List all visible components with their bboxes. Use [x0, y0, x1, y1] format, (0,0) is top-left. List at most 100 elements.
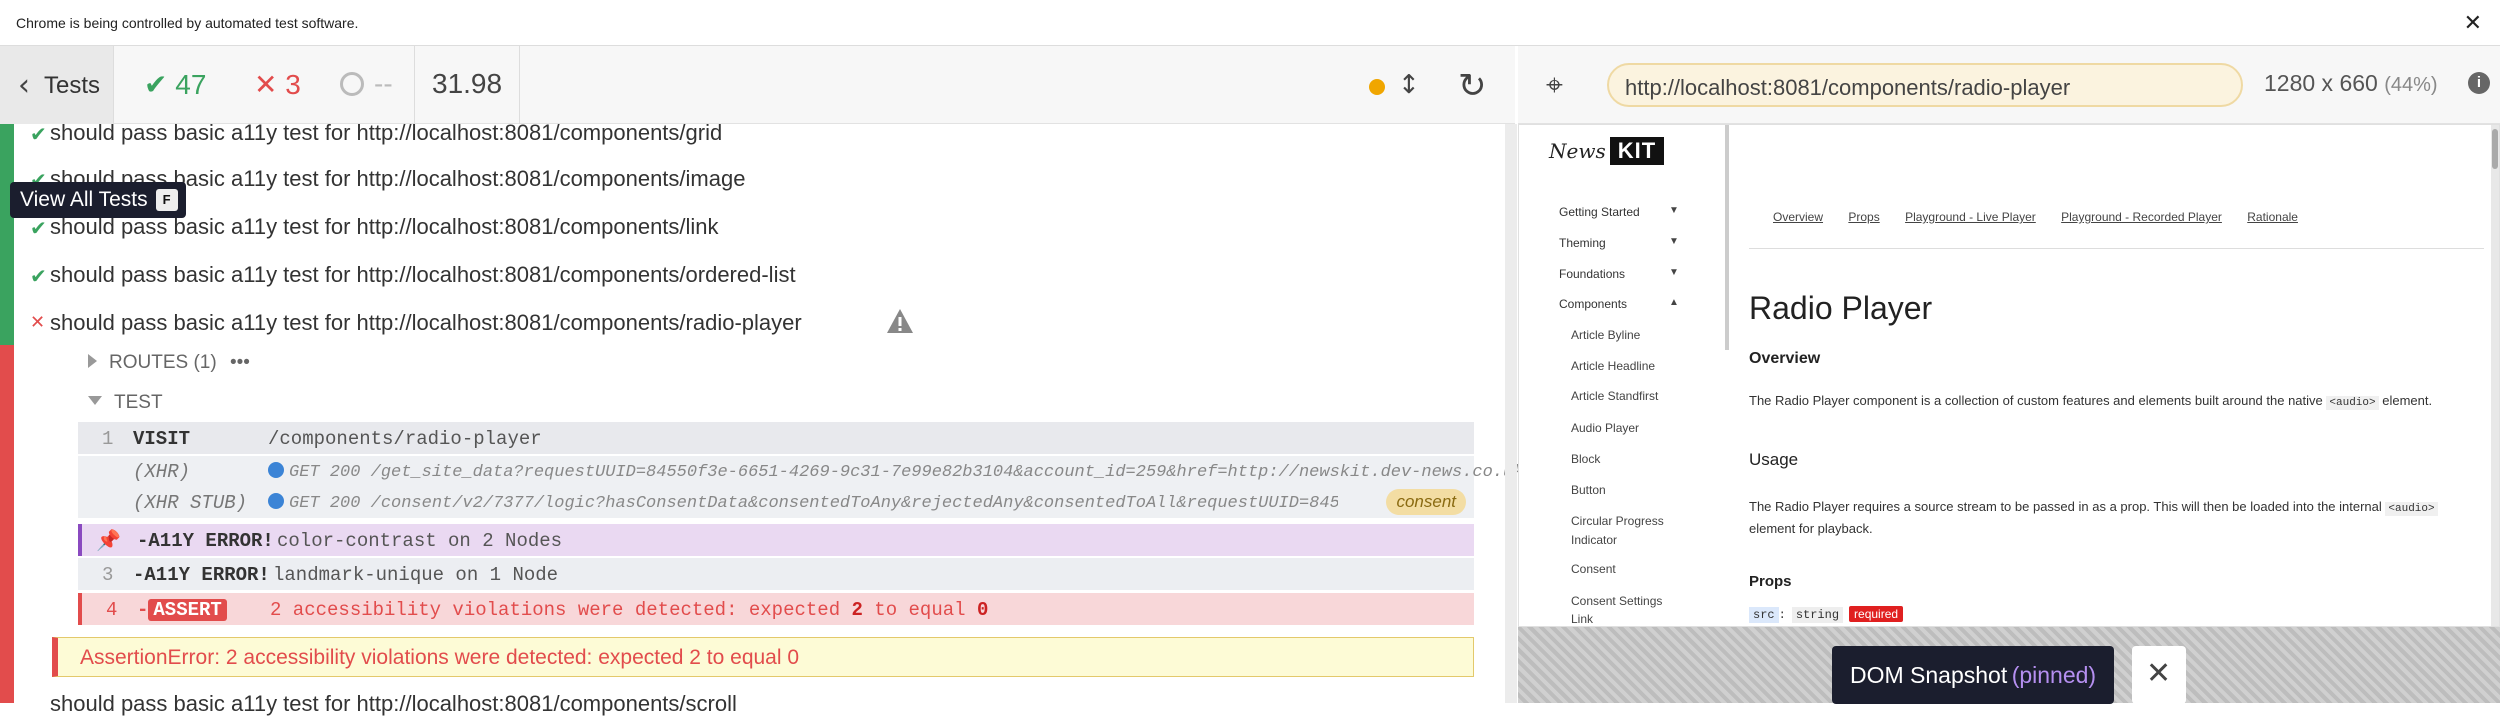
subnav-item[interactable]: Article Standfirst [1571, 389, 1658, 403]
nav-item-foundations[interactable]: Foundations ▼ [1559, 267, 1679, 281]
subnav-item[interactable]: Button [1571, 483, 1606, 497]
info-icon[interactable]: i [2468, 72, 2490, 94]
subnav-item[interactable]: Article Headline [1571, 359, 1655, 373]
page-title: Radio Player [1749, 290, 1933, 326]
inline-code: <audio> [2385, 502, 2438, 516]
close-icon: ✕ [2146, 656, 2172, 691]
nav-item-components[interactable]: Components ▲ [1559, 297, 1679, 311]
test-title: should pass basic a11y test for http://l… [50, 262, 796, 287]
command-row-failed[interactable]: 4 - ASSERT 2 accessibility violations wer… [78, 593, 1474, 625]
subnav-item[interactable]: Article Byline [1571, 328, 1640, 342]
nav-label: Foundations [1559, 267, 1626, 281]
paragraph-text: element. [2378, 393, 2433, 408]
url-bar[interactable]: http://localhost:8081/components/radio-p… [1607, 63, 2243, 107]
panel-resize-handle[interactable] [1505, 124, 1517, 703]
tests-label: Tests [44, 72, 101, 99]
command-row[interactable]: (XHR STUB) GET 200 /consent/v2/7377/logi… [78, 486, 1474, 518]
test-row[interactable]: should pass basic a11y test for http://l… [50, 691, 737, 717]
anchor-link[interactable]: Playground - Live Player [1905, 210, 2036, 224]
scrollbar-thumb[interactable] [2492, 129, 2498, 169]
more-icon[interactable]: ••• [230, 352, 250, 373]
test-body-toggle[interactable]: TEST [88, 392, 163, 414]
sidebar-scrollbar[interactable] [1725, 125, 1729, 350]
section-heading: Overview [1749, 350, 1821, 367]
newskit-logo[interactable]: News KIT [1549, 137, 1665, 165]
command-row[interactable]: (XHR) GET 200 /get_site_data?requestUUID… [78, 456, 1534, 486]
automation-banner: Chrome is being controlled by automated … [0, 0, 2500, 46]
warning-icon[interactable] [886, 308, 914, 334]
unpin-snapshot-button[interactable]: ✕ [2132, 646, 2186, 704]
caret-right-icon [88, 354, 97, 368]
assert-expected: 2 [851, 599, 863, 621]
nav-item-getting-started[interactable]: Getting Started ▼ [1559, 205, 1679, 219]
test-title: should pass basic a11y test for http://l… [50, 691, 737, 716]
passed-count: 47 [175, 69, 207, 100]
routes-toggle[interactable]: ROUTES (1) ••• [88, 352, 250, 374]
nav-label: Getting Started [1559, 205, 1640, 219]
section-heading: Props [1749, 573, 1792, 590]
command-name: (XHR) [133, 461, 191, 483]
paragraph-text: The Radio Player requires a source strea… [1749, 499, 2386, 514]
command-message: landmark-unique on 1 Node [273, 564, 559, 586]
anchor-link[interactable]: Props [1848, 210, 1879, 224]
x-icon: ✕ [254, 68, 278, 101]
failed-count: 3 [285, 69, 301, 100]
page-anchor-links: Overview Props Playground - Live Player … [1773, 210, 2320, 224]
test-row[interactable]: ✔ should pass basic a11y test for http:/… [30, 262, 796, 288]
anchor-link[interactable]: Rationale [2247, 210, 2298, 224]
pin-icon[interactable]: 📌 [96, 528, 121, 552]
view-all-tests-button[interactable]: ‹ Tests [0, 46, 114, 124]
selector-playground-icon[interactable]: ⌖ [1546, 68, 1563, 103]
subnav-item[interactable]: Indicator [1571, 533, 1617, 547]
command-message: GET 200 /get_site_data?requestUUID=84550… [268, 462, 1534, 482]
assertion-error-box[interactable]: AssertionError: 2 accessibility violatio… [52, 637, 1474, 677]
test-row[interactable]: ✔ should pass basic a11y test for http:/… [30, 120, 723, 146]
check-icon: ✔ [144, 68, 168, 101]
command-number: 1 [102, 428, 114, 450]
logo-kit: KIT [1609, 137, 1665, 165]
command-row[interactable]: 3 -A11Y ERROR! landmark-unique on 1 Node [78, 558, 1474, 590]
reporter-panel: ‹ Tests ✔ 47 ✕ 3 -- 31.98 ↕ ↻ ✔ should p… [0, 46, 1534, 716]
close-icon[interactable]: ✕ [2464, 10, 2482, 36]
url-text: http://localhost:8081/components/radio-p… [1625, 75, 2071, 100]
assert-text: to equal [862, 599, 977, 621]
subnav-item[interactable]: Consent [1571, 562, 1616, 576]
subnav-item[interactable]: Audio Player [1571, 421, 1639, 435]
view-all-tests-tooltip: View All Tests F [10, 182, 186, 218]
command-row[interactable]: 1 VISIT /components/radio-player [78, 422, 1474, 454]
required-badge: required [1849, 606, 1904, 622]
check-icon: ✔ [30, 216, 47, 240]
test-label: TEST [114, 392, 163, 413]
running-indicator-icon [1369, 79, 1385, 95]
autoscroll-toggle-icon[interactable]: ↕ [1398, 70, 1420, 100]
subnav-item[interactable]: Consent Settings [1571, 594, 1662, 608]
x-icon: ✕ [30, 312, 46, 333]
nav-item-theming[interactable]: Theming ▼ [1559, 236, 1679, 250]
xhr-status-dot-icon [268, 493, 284, 509]
automation-message: Chrome is being controlled by automated … [16, 15, 359, 31]
caret-down-icon [88, 396, 102, 405]
test-row-failed[interactable]: ✕ should pass basic a11y test for http:/… [30, 310, 802, 336]
viewport-scrollbar[interactable] [2491, 125, 2499, 626]
divider [414, 46, 415, 124]
viewport-scale: (44%) [2384, 74, 2438, 96]
command-message: GET 200 /consent/v2/7377/logic?hasConsen… [268, 493, 1338, 513]
alias-badge: consent [1386, 489, 1466, 515]
subnav-item[interactable]: Link [1571, 612, 1593, 626]
dom-snapshot-label: DOM Snapshot (pinned) [1832, 646, 2115, 704]
section-heading: Usage [1749, 450, 1799, 469]
passed-stat: ✔ 47 [144, 68, 206, 101]
overview-paragraph: The Radio Player component is a collecti… [1749, 393, 2433, 410]
tooltip-text: View All Tests [20, 188, 148, 211]
test-title: should pass basic a11y test for http://l… [50, 120, 723, 145]
command-row-pinned[interactable]: 📌 -A11Y ERROR! color-contrast on 2 Nodes [78, 524, 1474, 556]
reload-icon[interactable]: ↻ [1458, 66, 1487, 106]
anchor-link[interactable]: Playground - Recorded Player [2061, 210, 2222, 224]
command-message: color-contrast on 2 Nodes [277, 530, 563, 552]
anchor-link[interactable]: Overview [1773, 210, 1823, 224]
subnav-item[interactable]: Block [1571, 452, 1600, 466]
caret-down-icon: ▼ [1669, 205, 1679, 216]
subnav-item[interactable]: Circular Progress [1571, 514, 1664, 528]
failed-status-bar [0, 345, 14, 703]
chevron-left-icon: ‹ [18, 68, 30, 103]
